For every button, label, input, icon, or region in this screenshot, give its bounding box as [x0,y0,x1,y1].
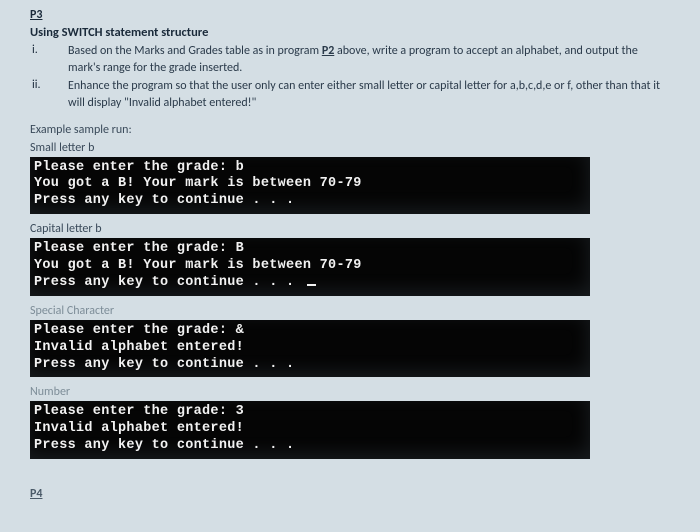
program-ref: P2 [322,44,334,58]
section-ref-top: P3 [30,8,682,22]
run-label: Number [30,385,682,399]
instruction-text: Enhance the program so that the user onl… [68,78,682,113]
instruction-text: Based on the Marks and Grades table as i… [68,43,682,78]
console-output: Please enter the grade: B You got a B! Y… [30,238,590,296]
instruction-number: i. [30,43,68,78]
example-heading: Example sample run: [30,123,682,137]
run-label: Small letter b [30,141,682,155]
section-title: Using SWITCH statement structure [30,25,682,40]
run-label: Capital letter b [30,222,682,236]
cursor-icon [307,284,316,286]
console-output: Please enter the grade: & Invalid alphab… [30,320,590,378]
console-output: Please enter the grade: 3 Invalid alphab… [30,401,590,459]
document-page: P3 Using SWITCH statement structure i. B… [0,0,700,501]
console-output: Please enter the grade: b You got a B! Y… [30,157,590,215]
instruction-number: ii. [30,78,68,113]
instruction-list: i. Based on the Marks and Grades table a… [30,43,682,113]
instruction-item: i. Based on the Marks and Grades table a… [30,43,682,78]
section-ref-bottom: P4 [30,487,682,501]
run-label: Special Character [30,304,682,318]
instruction-item: ii. Enhance the program so that the user… [30,78,682,113]
